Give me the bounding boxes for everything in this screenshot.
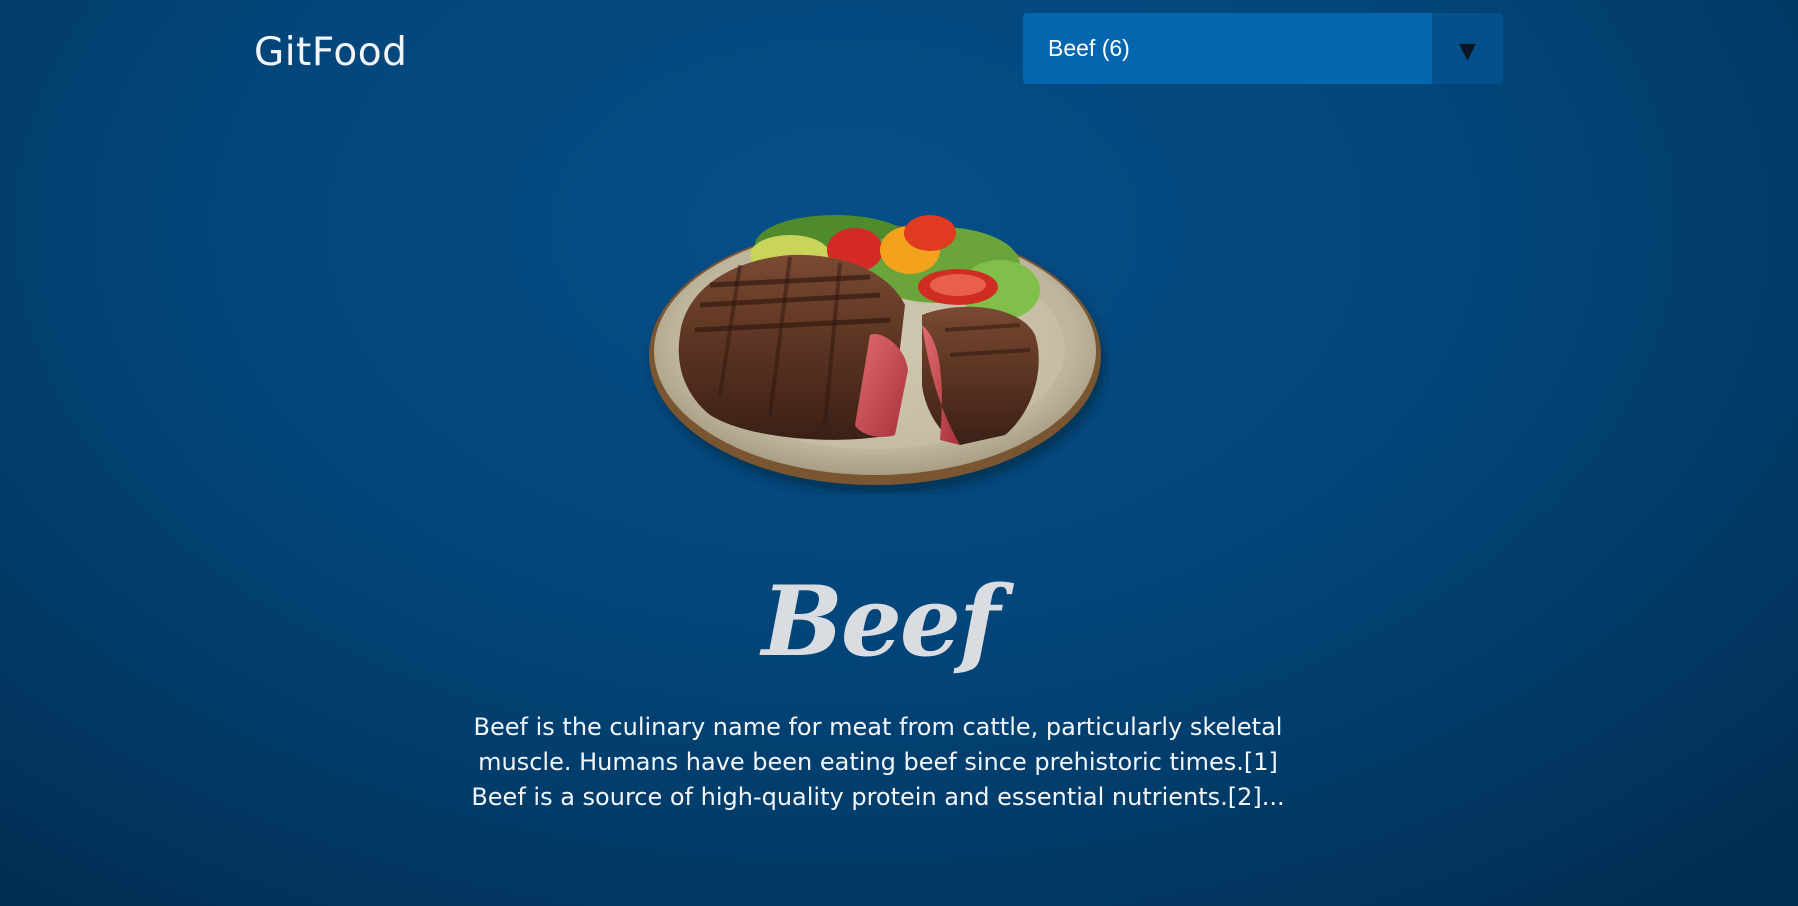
dropdown-triangle-icon[interactable]: ▼ bbox=[1432, 13, 1503, 84]
category-description: Beef is the culinary name for meat from … bbox=[471, 713, 1285, 811]
category-select[interactable]: Beef (6) ▼ bbox=[1023, 13, 1503, 84]
category-title: Beef bbox=[761, 565, 1001, 678]
category-select-value[interactable]: Beef (6) bbox=[1023, 13, 1432, 84]
beef-steak-image bbox=[649, 215, 1101, 485]
brand-logo[interactable]: GitFood bbox=[254, 30, 407, 75]
